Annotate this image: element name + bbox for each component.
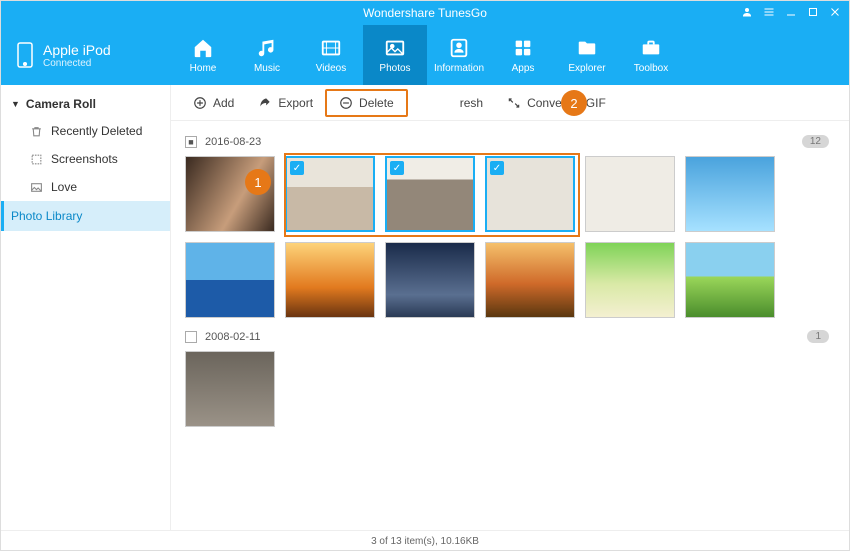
convert-icon	[507, 96, 521, 110]
toolbar-label: Delete	[359, 96, 394, 110]
statusbar: 3 of 13 item(s), 10.16KB	[1, 530, 849, 552]
photo-thumbnail[interactable]	[585, 156, 675, 232]
device-panel[interactable]: Apple iPod Connected	[1, 41, 171, 69]
nav-photos[interactable]: Photos	[363, 25, 427, 85]
screenshot-icon	[29, 152, 43, 166]
selected-check-icon: ✓	[390, 161, 404, 175]
content: Add Export Delete 2 resh Convert to GIF …	[171, 85, 849, 530]
app-title: Wondershare TunesGo	[363, 6, 487, 20]
nav-label: Music	[254, 63, 280, 74]
nav-apps[interactable]: Apps	[491, 25, 555, 85]
sidebar-category-label: Camera Roll	[26, 97, 96, 111]
window-controls	[741, 1, 841, 25]
titlebar: Wondershare TunesGo	[1, 1, 849, 25]
chevron-down-icon: ▼	[11, 99, 20, 109]
nav: Home Music Videos Photos Information App…	[171, 25, 683, 85]
sidebar: ▼ Camera Roll Recently Deleted Screensho…	[1, 85, 171, 530]
toolbar-label: Export	[278, 96, 313, 110]
sidebar-item-label: Photo Library	[11, 209, 82, 223]
refresh-button[interactable]: resh	[448, 89, 495, 117]
sidebar-item-label: Screenshots	[51, 152, 118, 166]
callout-2: 2	[561, 90, 587, 116]
nav-music[interactable]: Music	[235, 25, 299, 85]
music-icon	[256, 37, 278, 59]
menu-icon[interactable]	[763, 5, 775, 21]
toolbar-label: resh	[460, 96, 483, 110]
nav-label: Home	[190, 63, 217, 74]
photo-thumbnail[interactable]: ✓	[485, 156, 575, 232]
photo-thumbnail[interactable]	[285, 242, 375, 318]
delete-button[interactable]: Delete	[325, 89, 408, 117]
nav-information[interactable]: Information	[427, 25, 491, 85]
nav-label: Toolbox	[634, 63, 668, 74]
photo-thumbnail[interactable]	[185, 242, 275, 318]
statusbar-text: 3 of 13 item(s), 10.16KB	[371, 536, 479, 547]
section-checkbox[interactable]: ■	[185, 136, 197, 148]
add-button[interactable]: Add	[181, 89, 246, 117]
photo-grid: ■ 2016-08-23 12 ✓ ✓ ✓ 1 2008-02-11 1	[171, 121, 849, 530]
convert-to-gif-button[interactable]: Convert to GIF	[495, 89, 618, 117]
photo-thumbnail[interactable]: ✓	[385, 156, 475, 232]
selected-check-icon: ✓	[490, 161, 504, 175]
section-header: ■ 2016-08-23 12	[185, 135, 835, 148]
sidebar-item-screenshots[interactable]: Screenshots	[1, 145, 170, 173]
nav-explorer[interactable]: Explorer	[555, 25, 619, 85]
sidebar-item-recently-deleted[interactable]: Recently Deleted	[1, 117, 170, 145]
thumbnail-row: ✓ ✓ ✓	[185, 156, 835, 318]
nav-videos[interactable]: Videos	[299, 25, 363, 85]
minus-icon	[339, 96, 353, 110]
user-icon[interactable]	[741, 5, 753, 21]
nav-toolbox[interactable]: Toolbox	[619, 25, 683, 85]
nav-label: Videos	[316, 63, 346, 74]
photo-thumbnail[interactable]	[685, 156, 775, 232]
toolbar-label: Add	[213, 96, 234, 110]
photo-thumbnail[interactable]	[385, 242, 475, 318]
section-count-badge: 12	[802, 135, 829, 148]
plus-icon	[193, 96, 207, 110]
sidebar-category-camera-roll[interactable]: ▼ Camera Roll	[1, 91, 170, 117]
sidebar-item-label: Love	[51, 180, 77, 194]
callout-1: 1	[245, 169, 271, 195]
sidebar-item-photo-library[interactable]: Photo Library	[1, 201, 170, 231]
explorer-icon	[576, 37, 598, 59]
nav-label: Apps	[512, 63, 535, 74]
sidebar-item-love[interactable]: Love	[1, 173, 170, 201]
nav-home[interactable]: Home	[171, 25, 235, 85]
photo-thumbnail[interactable]	[185, 351, 275, 427]
videos-icon	[320, 37, 342, 59]
minimize-icon[interactable]	[785, 5, 797, 21]
device-name: Apple iPod	[43, 42, 111, 58]
nav-label: Information	[434, 63, 484, 74]
section-count-badge: 1	[807, 330, 829, 343]
sidebar-item-label: Recently Deleted	[51, 124, 142, 138]
photos-icon	[384, 37, 406, 59]
header: Apple iPod Connected Home Music Videos P…	[1, 25, 849, 85]
export-icon	[258, 96, 272, 110]
toolbox-icon	[640, 37, 662, 59]
device-status: Connected	[43, 58, 111, 69]
export-button[interactable]: Export	[246, 89, 325, 117]
toolbar: Add Export Delete 2 resh Convert to GIF	[171, 85, 849, 121]
close-icon[interactable]	[829, 5, 841, 21]
maximize-icon[interactable]	[807, 5, 819, 21]
photo-thumbnail[interactable]	[685, 242, 775, 318]
section-checkbox[interactable]	[185, 331, 197, 343]
photo-thumbnail[interactable]: ✓	[285, 156, 375, 232]
section-date: 2008-02-11	[205, 331, 260, 343]
section-header: 2008-02-11 1	[185, 330, 835, 343]
photo-thumbnail[interactable]	[585, 242, 675, 318]
nav-label: Explorer	[568, 63, 605, 74]
home-icon	[192, 37, 214, 59]
trash-icon	[29, 124, 43, 138]
section-date: 2016-08-23	[205, 136, 261, 148]
photo-thumbnail[interactable]	[485, 242, 575, 318]
thumbnail-row	[185, 351, 835, 427]
selected-check-icon: ✓	[290, 161, 304, 175]
nav-label: Photos	[379, 63, 410, 74]
image-icon	[29, 180, 43, 194]
information-icon	[448, 37, 470, 59]
phone-icon	[15, 41, 35, 69]
apps-icon	[512, 37, 534, 59]
main: ▼ Camera Roll Recently Deleted Screensho…	[1, 85, 849, 530]
